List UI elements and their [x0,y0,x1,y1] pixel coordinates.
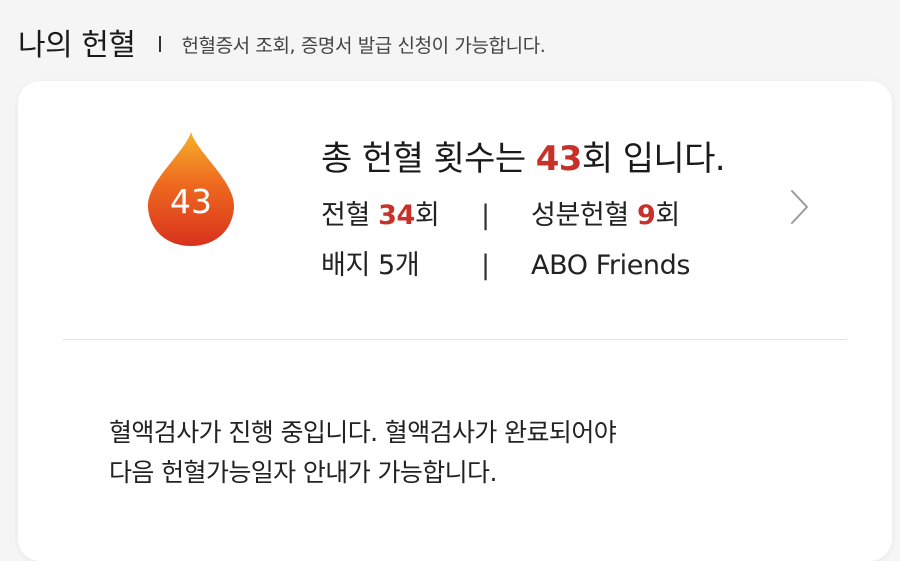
donation-type-row: 전혈 34회 | 성분헌혈 9회 [321,193,680,232]
badge-separator: | [481,250,490,281]
total-prefix: 총 헌혈 횟수는 [321,139,536,179]
notice-line-2: 다음 헌혈가능일자 안내가 가능합니다. [109,458,497,487]
total-donations-line: 총 헌혈 횟수는 43회 입니다. [321,131,726,180]
badge-row: 배지 5개 | ABO Friends [321,243,690,282]
whole-blood-label: 전혈 [321,200,379,231]
notice-line-1: 혈액검사가 진행 중입니다. 혈액검사가 완료되어야 [109,418,617,447]
blood-drop-icon: 43 [146,130,236,248]
page-header: 나의 헌혈 헌혈증서 조회, 증명서 발급 신청이 가능합니다. [18,20,546,64]
card-divider [63,339,847,340]
header-divider [159,36,162,52]
chevron-right-graphic [791,190,808,224]
page-title: 나의 헌혈 [18,28,136,63]
component-unit: 회 [655,200,680,231]
chevron-right-icon[interactable] [788,187,812,227]
total-value: 43 [535,139,583,179]
component-value: 9 [636,200,656,231]
component-stat: 성분헌혈 9회 [531,193,680,232]
whole-blood-stat: 전혈 34회 [321,193,481,232]
page-subtitle: 헌혈증서 조회, 증명서 발급 신청이 가능합니다. [181,34,546,57]
badge-group: ABO Friends [531,250,691,281]
donation-summary-card: 43 총 헌혈 횟수는 43회 입니다. 전혈 34회 | 성분헌혈 9회 배지 5… [18,81,892,561]
drop-count: 43 [170,182,212,221]
stat-separator: | [481,200,490,231]
whole-blood-value: 34 [378,200,415,231]
component-label: 성분헌혈 [531,200,637,231]
total-suffix: 회 입니다. [581,139,726,179]
badge-count: 배지 5개 [321,250,420,281]
blood-test-notice: 혈액검사가 진행 중입니다. 혈액검사가 완료되어야 다음 헌혈가능일자 안내가… [109,413,617,493]
whole-blood-unit: 회 [414,200,440,231]
